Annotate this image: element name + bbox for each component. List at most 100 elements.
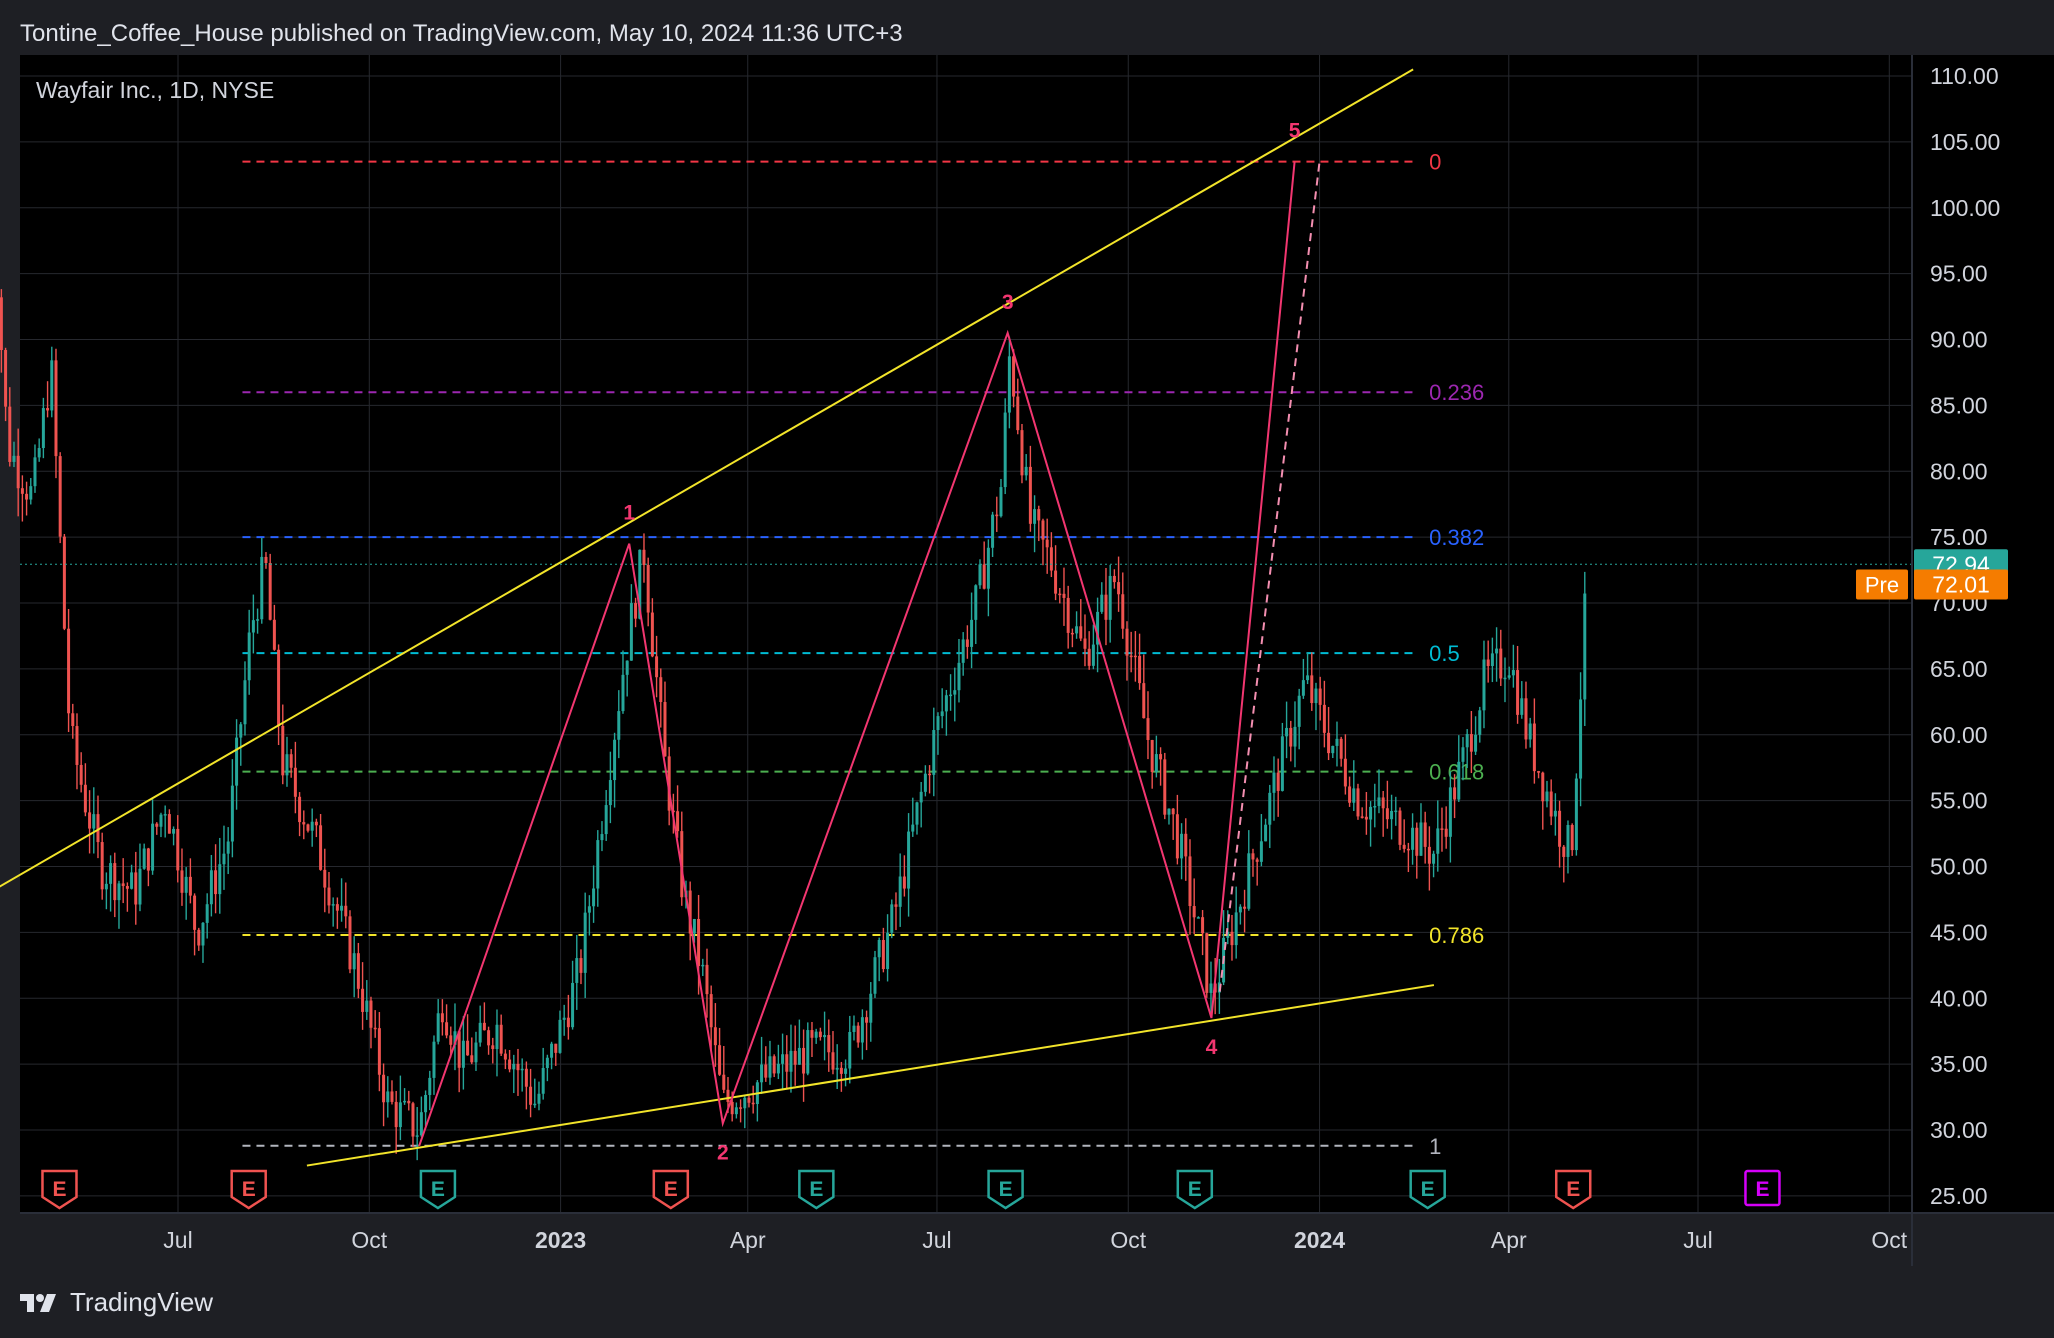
candle-body [1087, 648, 1091, 666]
candle-body [298, 796, 302, 823]
candle-body [1406, 848, 1410, 851]
candle-body [739, 1107, 743, 1109]
candle-body [46, 408, 50, 411]
candle-body [1133, 655, 1137, 658]
candle-body [251, 620, 255, 633]
candle-body [62, 536, 66, 629]
candle-body [239, 724, 243, 738]
candle-body [890, 904, 894, 933]
candle-body [848, 1031, 852, 1069]
candle-body [482, 1022, 486, 1031]
candle-body [1264, 824, 1268, 842]
candle-body [411, 1103, 415, 1137]
candle-body [0, 297, 3, 351]
candle-body [818, 1031, 822, 1038]
price-chart[interactable]: 0 0.236 0.382 0.5 0.618 0.786 1 1 2 3 4 5 110.00 10… [0, 0, 2054, 1338]
candle-body [944, 695, 948, 712]
candle-body [1549, 791, 1553, 817]
time-tick-label: Oct [1110, 1227, 1146, 1253]
candle-body [781, 1054, 785, 1064]
candle-body [1045, 539, 1049, 548]
candle-body [705, 964, 709, 995]
candle-body [713, 1027, 717, 1046]
candle-body [877, 939, 881, 958]
svg-text:E: E [1421, 1178, 1435, 1201]
candle-body [1180, 833, 1184, 859]
candle-body [226, 841, 230, 854]
candle-body [541, 1068, 545, 1094]
candle-body [314, 821, 318, 826]
fib-level-label: 0.236 [1429, 380, 1484, 405]
candle-body [302, 822, 306, 825]
candle-body [432, 1041, 436, 1078]
candle-body [67, 628, 71, 714]
time-tick-label: Jul [163, 1227, 192, 1253]
candle-body [646, 565, 650, 613]
candle-body [1448, 787, 1452, 837]
candle-body [810, 1030, 814, 1038]
candle-body [197, 929, 201, 946]
candle-body [550, 1043, 554, 1058]
candle-body [180, 870, 184, 893]
price-tick-label: 90.00 [1930, 327, 1988, 353]
candle-body [772, 1056, 776, 1074]
candle-body [1356, 788, 1360, 817]
candle-body [1058, 593, 1062, 596]
time-tick-label: Oct [351, 1227, 387, 1253]
candle-body [58, 456, 62, 537]
candle-body [1327, 732, 1331, 754]
candle-body [205, 904, 209, 923]
candle-body [1079, 626, 1083, 639]
candle-body [1532, 723, 1536, 772]
candle-body [562, 1017, 566, 1020]
candle-body [382, 1074, 386, 1103]
candle-body [1558, 810, 1562, 847]
candle-body [596, 840, 600, 889]
candle-body [1188, 856, 1192, 907]
candle-body [1293, 726, 1297, 747]
wave-label: 3 [1002, 291, 1014, 314]
candle-body [592, 888, 596, 907]
candle-body [1524, 698, 1528, 740]
candle-body [1339, 738, 1343, 759]
candle-body [247, 632, 251, 681]
candle-body [1175, 814, 1179, 859]
candle-body [172, 828, 176, 834]
candle-body [327, 887, 331, 906]
svg-text:E: E [242, 1178, 256, 1201]
candle-body [978, 564, 982, 586]
candle-body [499, 1024, 503, 1054]
price-tick-label: 75.00 [1930, 524, 1988, 550]
candle-body [508, 1059, 512, 1070]
candle-body [1574, 778, 1578, 851]
candle-body [1461, 747, 1465, 762]
candle-body [1146, 718, 1150, 741]
svg-text:E: E [1188, 1178, 1202, 1201]
price-tick-label: 35.00 [1930, 1051, 1988, 1077]
candle-body [1243, 906, 1247, 909]
candle-body [730, 1101, 734, 1115]
svg-text:E: E [664, 1178, 678, 1201]
candle-body [1314, 688, 1318, 704]
candle-body [104, 883, 108, 890]
candle-body [953, 690, 957, 695]
candle-body [394, 1101, 398, 1128]
candle-body [797, 1047, 801, 1065]
candle-body [1306, 675, 1310, 681]
candle-body [873, 957, 877, 994]
candle-body [478, 1022, 482, 1043]
candle-body [1394, 810, 1398, 813]
candle-body [764, 1064, 768, 1078]
candle-body [1511, 670, 1515, 676]
candle-body [676, 811, 680, 832]
candle-body [1171, 808, 1175, 815]
candle-body [289, 754, 293, 768]
candle-body [722, 1074, 726, 1090]
earnings-icon[interactable]: E [1744, 1169, 1781, 1207]
candle-body [965, 639, 969, 647]
candle-body [823, 1035, 827, 1038]
tradingview-footer[interactable]: TradingView [20, 1287, 213, 1318]
candle-body [176, 828, 180, 871]
candle-body [793, 1050, 797, 1065]
candle-body [751, 1102, 755, 1105]
